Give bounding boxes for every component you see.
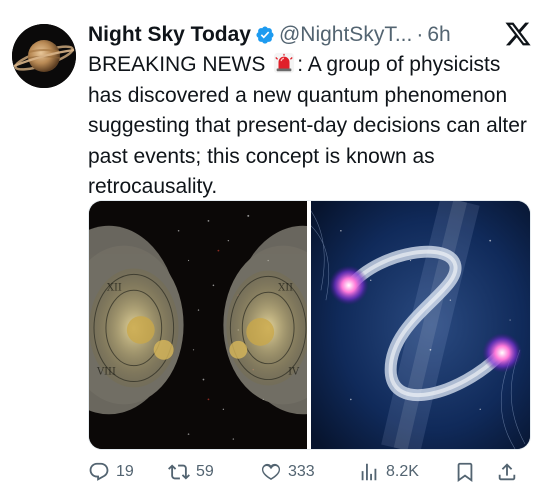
reply-button[interactable]: 19 [88, 461, 168, 483]
views-chart-icon [361, 463, 377, 481]
tweet-header: Night Sky Today @NightSkyT... · 6h [88, 18, 532, 52]
views-count: 8.2K [386, 463, 419, 480]
saturn-icon [12, 24, 76, 88]
svg-text:IV: IV [288, 367, 300, 378]
tweet-text: BREAKING NEWS : A group of physicists ha… [88, 50, 528, 203]
author-name[interactable]: Night Sky Today [88, 23, 251, 47]
x-logo-icon [505, 22, 531, 46]
bookmark-icon [457, 462, 473, 483]
tweet-text-headline: BREAKING NEWS [88, 53, 266, 76]
bookmark-button[interactable] [454, 461, 496, 483]
views-button[interactable]: 8.2K [358, 461, 454, 483]
reply-count: 19 [116, 463, 134, 480]
svg-text:XII: XII [107, 282, 122, 293]
retweet-button[interactable]: 59 [168, 461, 260, 483]
retweet-count: 59 [196, 463, 214, 480]
timestamp[interactable]: 6h [427, 23, 450, 47]
share-icon [498, 463, 516, 481]
verified-badge-icon[interactable] [255, 25, 275, 45]
spacetime-illustration [311, 201, 530, 449]
author-handle[interactable]: @NightSkyT... [279, 23, 412, 47]
tweet-actions: 19 59 333 8.2K [88, 456, 533, 488]
share-button[interactable] [496, 461, 526, 483]
svg-text:XII: XII [278, 282, 293, 293]
retrocausality-image[interactable] [311, 201, 530, 449]
avatar[interactable] [12, 24, 76, 88]
siren-icon [274, 52, 295, 74]
reply-icon [89, 462, 109, 481]
tweet-media[interactable]: XII VIII XII IV [88, 200, 531, 450]
clocks-illustration: XII VIII XII IV [89, 201, 307, 449]
retweet-icon [168, 464, 190, 480]
like-count: 333 [288, 463, 315, 480]
separator-dot: · [416, 23, 424, 46]
like-button[interactable]: 333 [260, 461, 358, 483]
svg-text:VIII: VIII [96, 367, 116, 378]
clocks-image[interactable]: XII VIII XII IV [89, 201, 307, 449]
heart-icon [261, 463, 281, 480]
